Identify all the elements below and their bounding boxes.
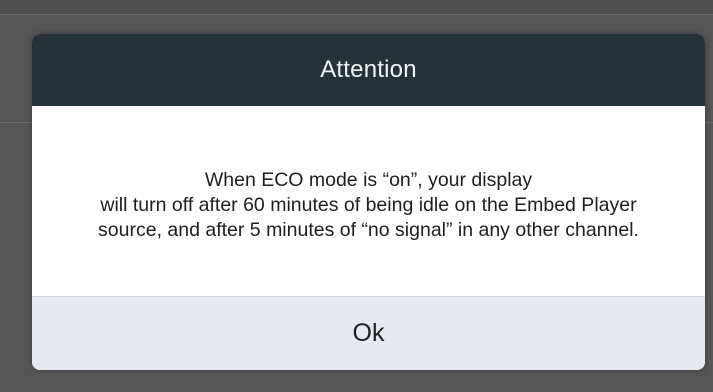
background-app-bar bbox=[0, 0, 713, 15]
dialog-title: Attention bbox=[320, 56, 417, 83]
message-line-3: source, and after 5 minutes of “no signa… bbox=[98, 218, 639, 241]
dialog-message: When ECO mode is “on”, your display will… bbox=[32, 106, 705, 296]
message-line-1: When ECO mode is “on”, your display bbox=[204, 168, 533, 191]
attention-dialog: Attention When ECO mode is “on”, your di… bbox=[32, 34, 705, 370]
dialog-header: Attention bbox=[32, 34, 705, 106]
message-line-2: will turn off after 60 minutes of being … bbox=[100, 193, 637, 216]
ok-button-label: Ok bbox=[352, 319, 385, 347]
ok-button[interactable]: Ok bbox=[32, 296, 705, 370]
